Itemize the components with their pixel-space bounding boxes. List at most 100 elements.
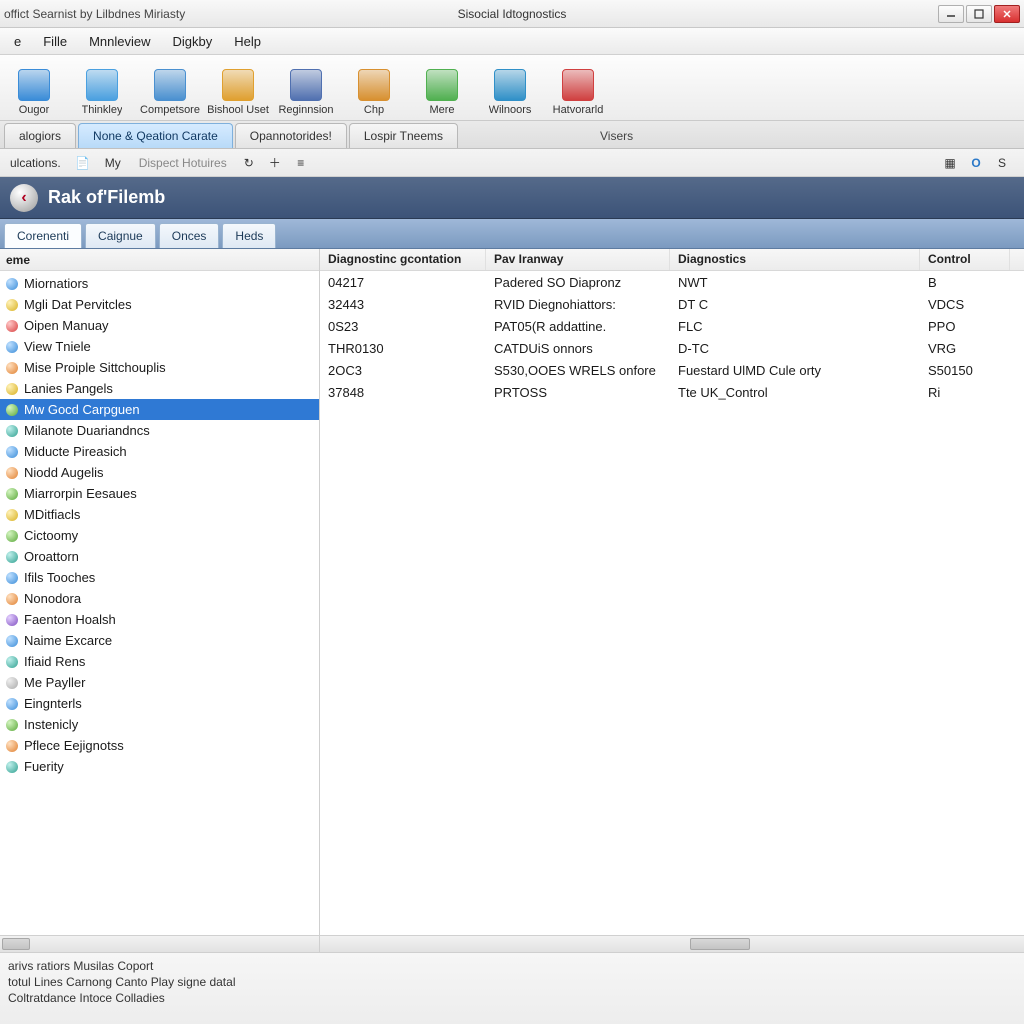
table-row[interactable]: 37848PRTOSSTte UK_ControlRi [320, 381, 1024, 403]
tree-item[interactable]: Mgli Dat Pervitcles [0, 294, 319, 315]
window-maximize-button[interactable] [966, 5, 992, 23]
tool-icon [86, 69, 118, 101]
table-row[interactable]: 32443RVID Diegnohiattors:DT CVDCS [320, 293, 1024, 315]
tree-item[interactable]: Miducte Pireasich [0, 441, 319, 462]
tree-item[interactable]: Miarrorpin Eesaues [0, 483, 319, 504]
tool-bishool uset[interactable]: Bishool Uset [210, 69, 266, 116]
table-column-header[interactable]: Diagnostics [670, 249, 920, 270]
page-icon[interactable]: 📄 [73, 153, 93, 173]
tree-item-label: View Tniele [24, 339, 91, 354]
tree-item[interactable]: Nonodora [0, 588, 319, 609]
settings-icon[interactable]: S [992, 153, 1012, 173]
section-subtab[interactable]: Corenenti [4, 223, 82, 248]
tree-list[interactable]: Miornatiors Mgli Dat Pervitcles Oipen Manu… [0, 271, 319, 935]
tool-label: Mere [429, 104, 454, 116]
tree-item[interactable]: Ifiaid Rens [0, 651, 319, 672]
tree-item[interactable]: View Tniele [0, 336, 319, 357]
tool-ougor[interactable]: Ougor [6, 69, 62, 116]
tool-icon [562, 69, 594, 101]
menu-e[interactable]: e [4, 30, 31, 53]
tree-item-icon [6, 299, 18, 311]
section-subtab[interactable]: Heds [222, 223, 276, 248]
table-horizontal-scrollbar[interactable] [320, 935, 1024, 952]
table-cell: 37848 [320, 383, 486, 402]
tree-item[interactable]: Miornatiors [0, 273, 319, 294]
tree-item[interactable]: Oroattorn [0, 546, 319, 567]
tool-chp[interactable]: Chp [346, 69, 402, 116]
tree-item[interactable]: Me Payller [0, 672, 319, 693]
menu-mnnleview[interactable]: Mnnleview [79, 30, 160, 53]
breadcrumb-segment[interactable]: ulcations. [4, 154, 67, 172]
menu-digkby[interactable]: Digkby [163, 30, 223, 53]
grid-icon[interactable]: ▦ [940, 153, 960, 173]
section-subtab[interactable]: Caignue [85, 223, 156, 248]
menu-help[interactable]: Help [224, 30, 271, 53]
section-title: Rak of'Filemb [48, 187, 165, 208]
tool-label: Wilnoors [489, 104, 532, 116]
tree-item[interactable]: Mise Proiple Sittchouplis [0, 357, 319, 378]
tool-label: Hatvorarld [553, 104, 604, 116]
tree-item[interactable]: Cictoomy [0, 525, 319, 546]
tree-item[interactable]: Milanote Duariandncs [0, 420, 319, 441]
tool-icon [222, 69, 254, 101]
tool-label: Thinkley [82, 104, 123, 116]
tool-hatvorarld[interactable]: Hatvorarld [550, 69, 606, 116]
menu-fille[interactable]: Fille [33, 30, 77, 53]
tree-item-label: Me Payller [24, 675, 85, 690]
tree-horizontal-scrollbar[interactable] [0, 935, 319, 952]
tree-item-icon [6, 761, 18, 773]
tool-competsore[interactable]: Competsore [142, 69, 198, 116]
tree-item[interactable]: Eingnterls [0, 693, 319, 714]
tree-item-icon [6, 467, 18, 479]
section-header: ‹ Rak of'Filemb [0, 177, 1024, 219]
section-subtab[interactable]: Onces [159, 223, 220, 248]
tree-item-icon [6, 614, 18, 626]
tree-item[interactable]: Faenton Hoalsh [0, 609, 319, 630]
table-row[interactable]: 2OC3S530,OOES WRELS onforeFuestard UlMD … [320, 359, 1024, 381]
tool-wilnoors[interactable]: Wilnoors [482, 69, 538, 116]
tree-item[interactable]: Fuerity [0, 756, 319, 777]
tool-mere[interactable]: Mere [414, 69, 470, 116]
table-row[interactable]: 04217Padered SO DiapronzNWTB [320, 271, 1024, 293]
workspace-tab[interactable]: None & Qeation Carate [78, 123, 233, 148]
tree-item[interactable]: Naime Excarce [0, 630, 319, 651]
tree-column-header[interactable]: eme [0, 249, 319, 271]
breadcrumb-segment[interactable]: Dispect Hotuires [133, 154, 233, 172]
tree-item-label: Mw Gocd Carpguen [24, 402, 140, 417]
list-icon[interactable]: ≡ [291, 153, 311, 173]
back-icon[interactable]: ‹ [10, 184, 38, 212]
breadcrumb-segment[interactable]: My [99, 154, 127, 172]
tree-item[interactable]: Pflece Eejignotss [0, 735, 319, 756]
workspace-tab[interactable]: Opannotorides! [235, 123, 347, 148]
tool-reginnsion[interactable]: Reginnsion [278, 69, 334, 116]
tree-item[interactable]: Lanies Pangels [0, 378, 319, 399]
tree-item[interactable]: Mw Gocd Carpguen [0, 399, 319, 420]
table-cell: PRTOSS [486, 383, 670, 402]
table-row[interactable]: 0S23PAT05(R addattine.FLCPPO [320, 315, 1024, 337]
tree-item[interactable]: Oipen Manuay [0, 315, 319, 336]
workspace-tab[interactable]: alogiors [4, 123, 76, 148]
tool-label: Chp [364, 104, 384, 116]
workspace-tab[interactable]: Lospir Tneems [349, 123, 458, 148]
tree-item[interactable]: Niodd Augelis [0, 462, 319, 483]
table-cell: 2OC3 [320, 361, 486, 380]
tool-icon [494, 69, 526, 101]
tree-item[interactable]: Instenicly [0, 714, 319, 735]
add-icon[interactable]: ＋ [265, 153, 285, 173]
tool-thinkley[interactable]: Thinkley [74, 69, 130, 116]
tree-item[interactable]: Ifils Tooches [0, 567, 319, 588]
table-column-header[interactable]: Control [920, 249, 1010, 270]
table-column-header[interactable]: Pav Iranway [486, 249, 670, 270]
tool-icon [18, 69, 50, 101]
table-row[interactable]: THR0130CATDUiS onnorsD-TCVRG [320, 337, 1024, 359]
window-close-button[interactable] [994, 5, 1020, 23]
tree-item-label: Lanies Pangels [24, 381, 113, 396]
refresh-icon[interactable]: ↻ [239, 153, 259, 173]
table-body[interactable]: 04217Padered SO DiapronzNWTB32443RVID Di… [320, 271, 1024, 935]
tree-item[interactable]: MDitfiacls [0, 504, 319, 525]
tree-item-label: Mgli Dat Pervitcles [24, 297, 132, 312]
table-column-header[interactable]: Diagnostinc gcontation [320, 249, 486, 270]
tree-item-label: Miducte Pireasich [24, 444, 127, 459]
window-minimize-button[interactable] [938, 5, 964, 23]
info-icon[interactable]: O [966, 153, 986, 173]
